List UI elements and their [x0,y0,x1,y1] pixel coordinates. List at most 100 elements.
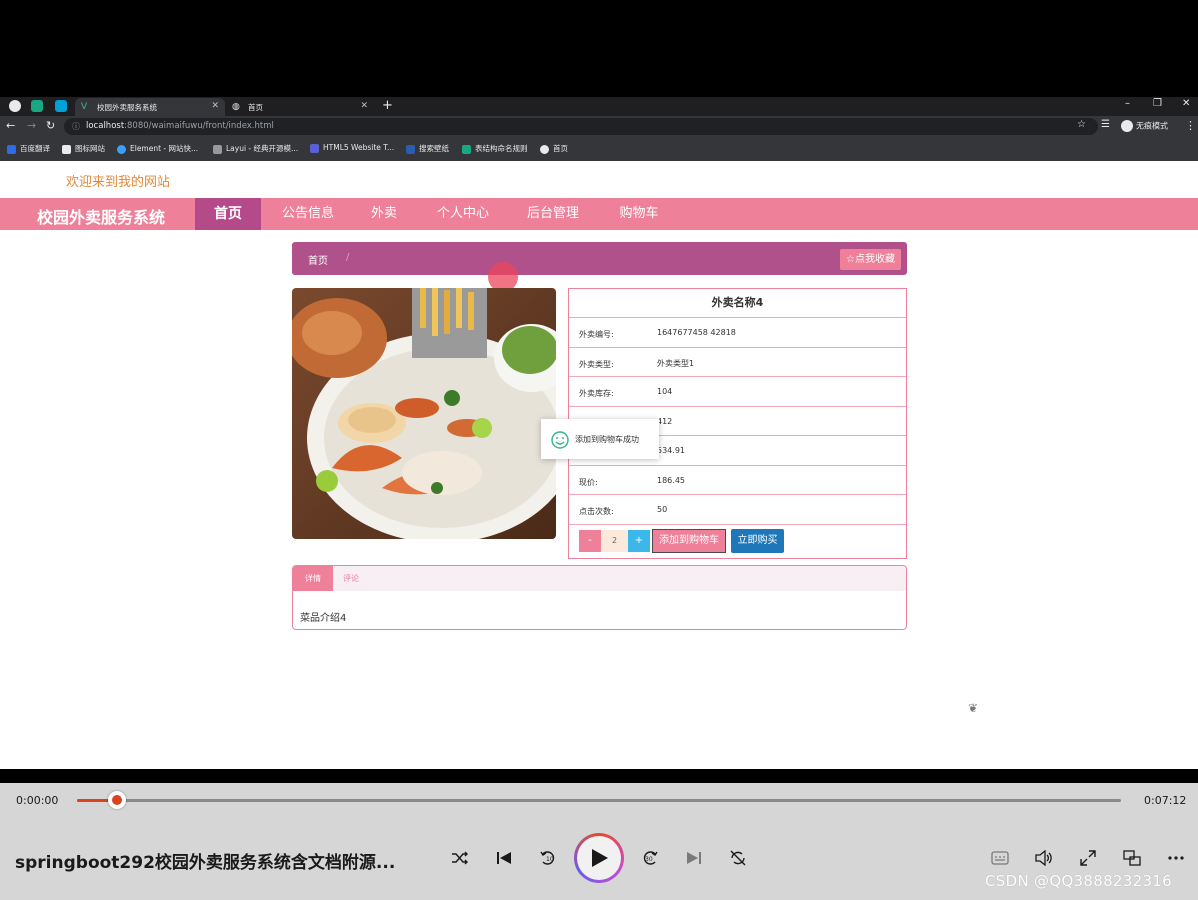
field-label: 外卖编号: [579,330,614,339]
tab-strip: V 校园外卖服务系统 ✕ ◍ 首页 ✕ + – ❐ ✕ [0,97,1198,116]
field-value: 1647677458 42818 [657,328,736,337]
play-button[interactable] [574,833,624,883]
quantity-minus-button[interactable]: - [579,529,601,552]
star-icon[interactable]: ☆ [1077,119,1086,130]
url-host: localhost [86,121,125,131]
more-icon[interactable]: ⋮ [1185,119,1196,132]
info-icon[interactable]: ⓘ [72,121,80,132]
nav-admin[interactable]: 后台管理 [518,198,588,230]
next-icon[interactable] [683,847,705,869]
buy-now-button[interactable]: 立即购买 [731,528,784,553]
fullscreen-icon[interactable] [1077,847,1099,869]
restore-button[interactable]: ❐ [1153,98,1162,109]
bookmark-item[interactable]: 搜索壁纸 [406,143,449,154]
field-value: 50 [657,505,668,514]
window-close-button[interactable]: ✕ [1182,98,1190,109]
layui-icon [213,144,222,154]
volume-icon[interactable] [1033,847,1055,869]
field-label: 现价: [579,477,598,487]
forward-30-icon[interactable]: 30 [639,847,661,869]
nav-cart[interactable]: 购物车 [604,198,674,230]
favorite-button[interactable]: ☆点我收藏 [840,249,901,270]
smile-icon [551,431,569,449]
tab-detail[interactable]: 详情 [293,566,333,591]
flag-icon [62,144,71,154]
video-player: 0:00:00 0:07:12 springboot292校园外卖服务系统含文档… [0,769,1198,900]
nav-home[interactable]: 首页 [195,198,261,230]
new-tab-button[interactable]: + [382,98,393,113]
more-options-icon[interactable] [1165,847,1187,869]
globe-icon [540,144,549,154]
play-icon [592,849,608,867]
bookmark-label: 首页 [553,144,568,153]
previous-icon[interactable] [493,847,515,869]
bookmark-item[interactable]: 首页 [540,143,568,154]
browser-menu-icon[interactable] [9,100,21,112]
incognito-label: 无痕模式 [1136,121,1168,131]
url-input[interactable]: ⓘ localhost:8080/waimaifuwu/front/index.… [64,118,1098,135]
breadcrumb-home[interactable]: 首页 [308,252,328,267]
quantity-plus-button[interactable]: + [628,529,650,552]
bookmark-item[interactable]: Element - 网站快... [117,143,198,154]
shuffle-icon[interactable] [449,847,471,869]
reading-list-icon[interactable]: ☰ [1101,119,1110,130]
quantity-input[interactable]: 2 [601,529,628,552]
bookmark-label: Element - 网站快... [130,144,199,153]
bookmarks-bar: 百度翻译 图标网站 Element - 网站快... Layui - 经典开源模… [0,138,1198,161]
tab-campus-takeout[interactable]: V 校园外卖服务系统 ✕ [75,98,225,116]
info-row-type: 外卖类型: 外卖类型1 [569,348,906,377]
element-icon [117,144,126,154]
bookmark-label: 图标网站 [75,144,105,153]
player-top-edge [0,769,1198,783]
web-page: 欢迎来到我的网站 校园外卖服务系统 首页 公告信息 外卖 个人中心 后台管理 购… [0,161,1198,769]
globe-icon: ◍ [232,102,240,112]
field-value: 外卖类型1 [657,358,695,368]
doc-icon [462,144,471,154]
repeat-off-icon[interactable] [727,847,749,869]
close-icon[interactable]: ✕ [211,101,219,111]
bookmark-label: Layui - 经典开源模... [226,144,299,153]
minimize-button[interactable]: – [1125,98,1130,109]
seek-thumb[interactable] [108,791,126,809]
app-icon[interactable] [31,100,43,112]
bookmark-item[interactable]: 百度翻译 [7,143,50,154]
nav-personal-center[interactable]: 个人中心 [428,198,498,230]
wallpaper-icon [406,144,415,154]
bilibili-icon[interactable] [55,100,67,112]
rewind-10-icon[interactable]: 10 [537,847,559,869]
seek-bar[interactable] [77,799,1121,802]
detail-tabs: 详情 评论 菜品介绍4 [292,565,907,630]
incognito-badge[interactable]: 无痕模式 [1121,120,1168,132]
reload-icon[interactable]: ↻ [46,119,55,132]
tab-label: 校园外卖服务系统 [97,103,157,112]
info-row-price: 现价: 186.45 [569,466,906,495]
bookmark-item[interactable]: 表结构命名规则 [462,143,528,154]
success-toast: 添加到购物车成功 [541,419,659,459]
bookmark-item[interactable]: HTML5 Website T... [310,143,394,153]
field-value: 104 [657,387,673,396]
breadcrumb-separator: / [346,252,350,263]
info-row-clicks: 点击次数: 50 [569,495,906,525]
bookmark-item[interactable]: Layui - 经典开源模... [213,143,298,154]
subtitles-icon[interactable] [989,847,1011,869]
translate-icon [7,144,16,154]
address-bar-row: ← → ↻ ⓘ localhost:8080/waimaifuwu/front/… [0,116,1198,138]
product-title: 外卖名称4 [569,289,906,318]
tabs-header: 详情 评论 [293,566,906,591]
bookmark-item[interactable]: 图标网站 [62,143,105,154]
tab-home[interactable]: ◍ 首页 ✕ [226,98,374,116]
site-brand[interactable]: 校园外卖服务系统 [37,204,165,228]
back-icon[interactable]: ← [6,119,15,132]
nav-takeout[interactable]: 外卖 [362,198,406,230]
nav-announcements[interactable]: 公告信息 [272,198,344,230]
forward-icon[interactable]: → [27,119,36,132]
close-icon[interactable]: ✕ [360,101,368,111]
mini-player-icon[interactable] [1121,847,1143,869]
tab-comment[interactable]: 评论 [343,566,359,591]
html5-icon [310,143,319,153]
field-value: 186.45 [657,475,685,485]
info-row-id: 外卖编号: 1647677458 42818 [569,318,906,348]
add-to-cart-button[interactable]: 添加到购物车 [652,528,726,553]
svg-text:30: 30 [645,856,653,863]
detail-content: 菜品介绍4 [300,613,347,624]
